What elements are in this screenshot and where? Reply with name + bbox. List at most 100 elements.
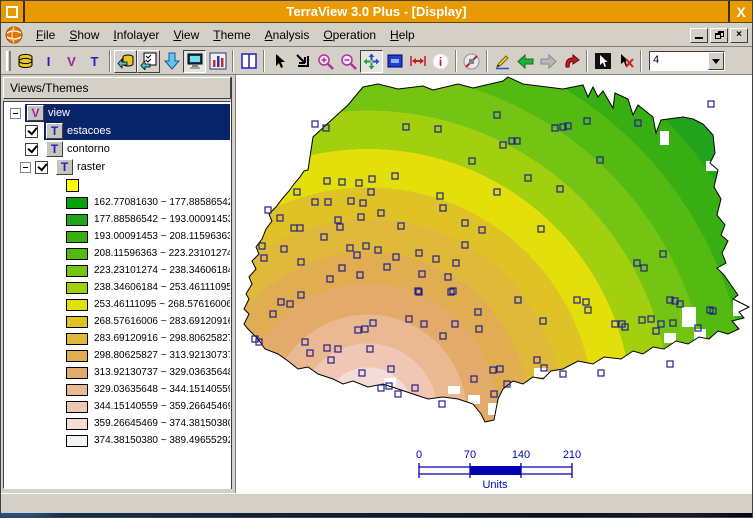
collapse-icon[interactable] [20,162,31,173]
toolbar-separator [586,50,588,72]
undo-button[interactable] [560,50,583,73]
legend-color-chip [66,435,88,447]
theme-button[interactable]: T [83,50,106,73]
legend-row[interactable]: 177.88586542 ~ 193.00091453 [4,211,230,228]
scale-combo[interactable]: 4 [649,51,725,71]
display-button[interactable] [183,50,206,73]
legend-row[interactable]: 223.23101274 ~ 238.34606184 [4,262,230,279]
tile-windows-button[interactable] [237,50,260,73]
legend-color-chip [66,214,88,226]
raster-symbol-row[interactable] [4,176,230,194]
contorno-checkbox[interactable] [25,143,38,156]
legend-row[interactable]: 283.69120916 ~ 298.80625827 [4,330,230,347]
restore-button[interactable] [710,28,728,43]
legend-row[interactable]: 208.11596363 ~ 223.23101274 [4,245,230,262]
next-button[interactable] [537,50,560,73]
tree-item-view[interactable]: V view [4,104,230,122]
raster-checkbox[interactable] [35,161,48,174]
infolayer-button[interactable]: I [37,50,60,73]
zoom-out-tool[interactable] [337,50,360,73]
import-table-button[interactable] [137,50,160,73]
theme-icon: T [46,123,63,139]
menu-operation[interactable]: Operation [316,26,383,44]
legend-range-label: 193.00091453 ~ 208.11596363 [94,231,231,242]
station-marker [265,207,271,213]
legend-range-label: 329.03635648 ~ 344.15140559 [94,384,231,395]
toolbar-grip[interactable] [6,51,11,71]
status-bar [1,493,752,513]
scalebar-bar [419,463,572,478]
raster-label: raster [77,161,105,173]
close-button[interactable]: X [728,1,752,22]
menu-theme[interactable]: Theme [206,26,257,44]
menu-help[interactable]: Help [383,26,422,44]
raster-symbol-chip[interactable] [66,179,79,192]
map-display[interactable]: 0 70 140 210 Units [235,75,752,493]
pan-tool[interactable] [360,50,383,73]
legend-row[interactable]: 298.80625827 ~ 313.92130737 [4,347,230,364]
legend-color-chip [66,401,88,413]
export-button[interactable] [160,50,183,73]
station-marker [598,370,604,376]
scale-bar: 0 70 140 210 Units [416,449,581,491]
mdi-close-button[interactable]: × [730,28,748,43]
legend-row[interactable]: 253.46111095 ~ 268.57616006 [4,296,230,313]
legend-row[interactable]: 374.38150380 ~ 389.49655292 [4,432,230,449]
tree-item-raster[interactable]: T raster [4,158,230,176]
toolbar-separator [109,50,111,72]
legend-row[interactable]: 313.92130737 ~ 329.03635648 [4,364,230,381]
map-canvas[interactable]: 0 70 140 210 Units [236,75,753,493]
import-data-button[interactable] [114,50,137,73]
legend-row[interactable]: 238.34606184 ~ 253.46111095 [4,279,230,296]
legend-row[interactable]: 359.26645469 ~ 374.38150380 [4,415,230,432]
legend-range-label: 268.57616006 ~ 283.69120916 [94,316,231,327]
previous-button[interactable] [514,50,537,73]
legend-range-label: 359.26645469 ~ 374.38150380 [94,418,231,429]
zoom-in-tool[interactable] [314,50,337,73]
station-marker [560,371,566,377]
database-button[interactable] [14,50,37,73]
menu-view[interactable]: View [166,26,206,44]
legend-color-chip [66,231,88,243]
info-tool[interactable]: i [429,50,452,73]
station-marker [395,391,401,397]
recompose-button[interactable] [383,50,406,73]
menu-show[interactable]: Show [62,26,106,44]
select-tool[interactable] [591,50,614,73]
legend-row[interactable]: 162.77081630 ~ 177.88586542 [4,194,230,211]
legend-row[interactable]: 344.15140559 ~ 359.26645469 [4,398,230,415]
view-button[interactable]: V [60,50,83,73]
estacoes-label: estacoes [67,125,111,137]
edit-disabled-button[interactable] [460,50,483,73]
tree-item-contorno[interactable]: T contorno [4,140,230,158]
unselect-tool[interactable] [614,50,637,73]
legend-row[interactable]: 329.03635648 ~ 344.15140559 [4,381,230,398]
minimize-button[interactable] [690,28,708,43]
graphic-edit-tool[interactable] [491,50,514,73]
pointer-tool[interactable] [268,50,291,73]
legend-range-label: 374.38150380 ~ 389.49655292 [94,435,231,446]
measure-distance-tool[interactable] [406,50,429,73]
bottom-strip [1,513,752,518]
svg-text:i: i [439,55,442,69]
zoom-rect-tool[interactable] [291,50,314,73]
chart-button[interactable] [206,50,229,73]
scalebar-tick-70: 70 [464,449,476,461]
menu-file[interactable]: File [29,26,62,44]
menu-analysis[interactable]: Analysis [258,26,317,44]
theme-icon: T [56,159,73,175]
legend-range-label: 344.15140559 ~ 359.26645469 [94,401,231,412]
legend-color-chip [66,316,88,328]
legend-row[interactable]: 268.57616006 ~ 283.69120916 [4,313,230,330]
legend-row[interactable]: 193.00091453 ~ 208.11596363 [4,228,230,245]
estacoes-checkbox[interactable] [25,125,38,138]
tree-item-estacoes[interactable]: T estacoes [4,122,230,140]
menu-infolayer[interactable]: Infolayer [106,26,166,44]
station-marker [312,121,318,127]
views-themes-tree[interactable]: V view T estacoes T [3,101,231,489]
collapse-icon[interactable] [10,108,21,119]
scale-combo-dropdown-button[interactable] [708,52,724,70]
legend-range-label: 177.88586542 ~ 193.00091453 [94,214,231,225]
window-menu-button[interactable] [1,1,25,22]
legend-range-label: 162.77081630 ~ 177.88586542 [94,197,231,208]
